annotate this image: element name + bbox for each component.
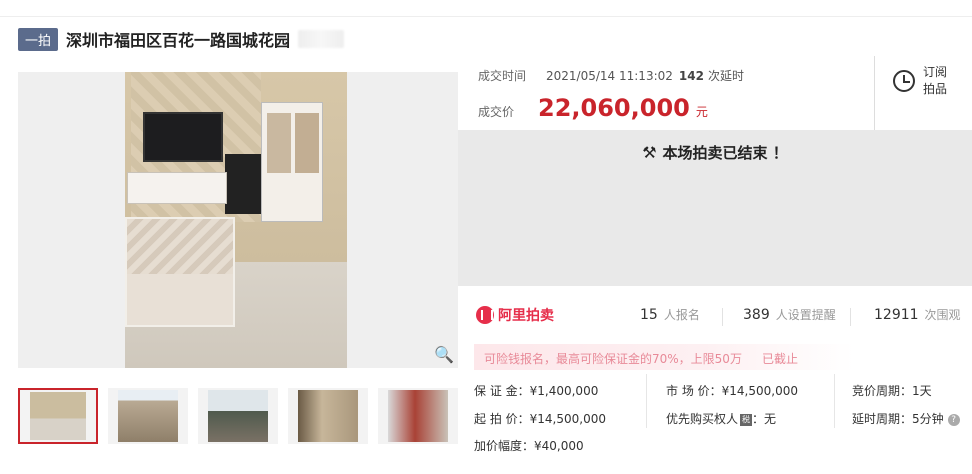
auction-ended-text: 本场拍卖已结束 ！ [662,144,788,162]
logo-text: 阿里拍卖 [498,308,554,324]
auction-params: 保 证 金：¥1,400,000 起 拍 价：¥14,500,000 加价幅度：… [474,374,972,462]
magnifier-icon[interactable]: 🔍 [434,345,454,364]
reminder-stat: 389 人设置提醒 [743,306,836,323]
gavel-icon: ⚒ [642,143,657,162]
stat-divider [722,308,723,326]
notice-status: 已截止 [762,352,799,366]
market-price: 市 场 价：¥14,500,000 [666,384,798,398]
view-stat: 12911 次围观 [874,306,961,323]
bid-period: 竞价周期：1天 [852,384,932,398]
signup-stat: 15 人报名 [640,306,700,323]
deal-price-label: 成交价 [478,105,515,119]
reminder-label: 人设置提醒 [775,308,836,322]
param-divider [834,374,835,428]
view-count: 12911 [874,307,919,323]
auction-stats: 阿里拍卖 15 人报名 389 人设置提醒 12911 次围观 [458,296,972,336]
delay-count: 142 [678,69,704,83]
price-increment: 加价幅度：¥40,000 [474,439,584,453]
page-title: 深圳市福田区百花一路国城花园 [66,31,291,50]
loan-signup-notice: 可险钱报名，最高可险保证金的70%，上限50万 已截止 [474,344,854,370]
auction-round-tag: 一拍 [18,27,59,51]
ali-auction-logo-icon [476,306,494,324]
signup-label: 人报名 [663,308,700,322]
thumbnail-4[interactable] [288,388,368,444]
thumbnail-2[interactable] [108,388,188,444]
thumbnail-strip [18,388,458,446]
tax-icon: 税 [740,413,753,426]
stat-divider [850,308,851,326]
delay-period: 延时周期：5分钟 [852,412,944,426]
start-price: 起 拍 价：¥14,500,000 [474,412,606,426]
thumbnail-3[interactable] [198,388,278,444]
redacted-text [298,30,345,48]
thumbnail-1[interactable] [18,388,98,444]
price-unit: 元 [695,105,708,119]
delay-period-row: 延时周期：5分钟? [852,410,960,427]
question-icon[interactable]: ? [947,413,960,426]
priority-buyer: 优先购买权人税：无 [666,410,776,427]
ali-auction-logo: 阿里拍卖 [476,305,554,325]
view-label: 次围观 [924,308,961,322]
priority-buyer-label: 优先购买权人 [666,412,739,426]
deal-price: 22,060,000 [538,94,690,122]
signup-count: 15 [640,307,658,323]
main-photo [125,72,347,368]
thumbnail-5[interactable] [378,388,458,444]
deal-time: 2021/05/14 11:13:02 [546,69,673,83]
alarm-clock-icon [893,70,915,92]
top-divider [0,16,972,17]
delay-unit: 次延时 [707,69,744,83]
main-photo-viewer[interactable]: 🔍 [18,72,458,368]
notice-text: 可险钱报名，最高可险保证金的70%，上限50万 [484,352,742,366]
deal-time-label: 成交时间 [478,69,527,83]
param-divider [646,374,647,428]
title-row: 一拍 深圳市福田区百花一路国城花园 [18,26,345,52]
deposit: 保 证 金：¥1,400,000 [474,384,599,398]
subscribe-item-button[interactable]: 订阅 拍品 [874,56,972,130]
priority-buyer-value: ：无 [752,412,777,426]
deal-info: 成交时间 2021/05/14 11:13:02 142 次延时 成交价 22,… [458,56,874,130]
reminder-count: 389 [743,307,770,323]
subscribe-line2: 拍品 [923,82,948,96]
auction-status-panel: ⚒ 本场拍卖已结束 ！ [458,130,972,286]
subscribe-line1: 订阅 [923,65,948,79]
